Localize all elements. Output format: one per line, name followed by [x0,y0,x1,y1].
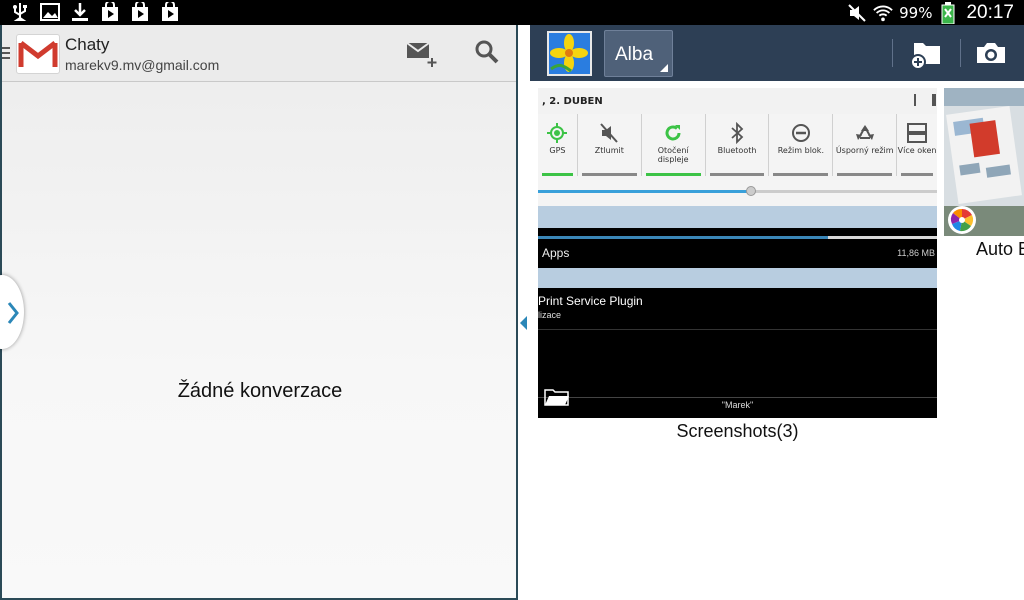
qs-label: Více oken [897,146,937,155]
add-folder-icon [910,43,940,70]
gallery-app-icon[interactable] [547,31,592,76]
qs-blocking-mode: Režim blok. [769,114,834,176]
toolbar-separator [892,39,893,67]
settings-icon [932,94,936,106]
gmail-pane: Chaty marekv9.mv@gmail.com Žádné konverz… [0,25,518,600]
bluetooth-icon [706,114,769,144]
side-panel-handle[interactable] [0,275,24,349]
gallery-action-bar: Alba [530,25,1024,81]
qs-gps: GPS [538,114,578,176]
album-thumbnail-auto-backup[interactable] [944,88,1024,236]
qs-bluetooth: Bluetooth [706,114,770,176]
gmail-logo-icon[interactable] [16,34,60,74]
thumbnail-separator [914,94,916,106]
camera-icon [977,43,1005,63]
slider-knob [746,186,756,196]
storage-progress [538,236,828,239]
thumbnail-notification-area: Print Service Plugin lizace "Marek" [538,288,937,418]
thumbnail-brightness-slider [538,180,937,206]
battery-charging-icon [938,2,958,24]
apps-size: 11,86 MB [897,248,935,258]
album-caption-auto-backup[interactable]: Auto B [976,239,1024,260]
toolbar-separator [960,39,961,67]
qs-multi-window: Více oken [897,114,937,176]
qs-power-saving: Úsporný režim [833,114,898,176]
wifi-icon [873,3,893,23]
recycle-icon [833,114,896,144]
battery-percent: 99% [899,4,933,22]
chevron-right-icon [7,302,19,324]
qs-indicator [645,173,701,176]
plugin-title: Print Service Plugin [538,294,643,308]
qs-label: Ztlumit [594,146,624,155]
camera-button[interactable] [973,37,1009,69]
qs-rotation: Otočení displeje [642,114,706,176]
divider-arrow-icon[interactable] [520,316,527,330]
apps-label: Apps [542,246,570,260]
split-view-divider[interactable] [518,25,530,600]
search-button[interactable] [472,37,504,69]
block-icon [769,114,832,144]
usb-icon [10,2,30,22]
thumbnail-divider [538,329,937,330]
clock: 20:17 [966,2,1014,23]
gmail-account-email[interactable]: marekv9.mv@gmail.com [65,57,219,73]
thumbnail-blue-band [538,268,937,288]
mute-icon [578,114,641,144]
status-bar: 99% 20:17 [0,0,1024,25]
search-icon [475,40,499,64]
gps-icon [538,114,577,144]
qs-label: Úsporný režim [835,146,894,155]
qs-label: Otočení displeje [657,146,689,164]
qs-indicator [709,173,765,176]
new-album-button[interactable] [908,37,944,70]
multi-window-icon [897,114,937,144]
qs-label: GPS [549,146,566,155]
play-store-icon [100,2,120,22]
mute-icon [847,3,867,23]
qs-indicator [837,173,893,176]
empty-conversations-message: Žádné konverzace [177,380,343,402]
compose-button[interactable] [404,39,440,69]
download-icon [70,2,90,22]
gmail-label-title[interactable]: Chaty [65,35,109,55]
dropdown-triangle-icon [660,64,668,72]
gallery-pane: Alba , 2. DUBEN GPS Ztlumit Otočení disp… [530,25,1024,600]
gallery-notification-icon [40,2,60,22]
qs-mute: Ztlumit [578,114,642,176]
thumbnail-date-bar: , 2. DUBEN [538,88,937,114]
gmail-action-bar: Chaty marekv9.mv@gmail.com [2,25,516,82]
compose-mail-icon [406,42,437,67]
qs-indicator [542,173,573,176]
album-view-dropdown[interactable]: Alba [604,30,673,77]
album-thumbnail-screenshots[interactable]: , 2. DUBEN GPS Ztlumit Otočení displeje … [538,88,937,418]
album-caption-screenshots[interactable]: Screenshots(3) [538,421,937,442]
qs-indicator [901,173,934,176]
plugin-subtitle: lizace [538,310,562,320]
thumbnail-date-text: , 2. DUBEN [542,96,603,107]
play-store-icon [130,2,150,22]
qs-indicator [773,173,829,176]
storage-progress-rest [828,236,937,239]
slider-fill [538,190,751,193]
thumbnail-quick-settings: GPS Ztlumit Otočení displeje Bluetooth R… [538,114,937,180]
drawer-menu-icon[interactable] [2,47,10,61]
play-store-icon [160,2,180,22]
rotation-icon [642,114,705,144]
album-dropdown-label: Alba [615,44,654,65]
qs-indicator [581,173,637,176]
thumbnail-divider [538,397,937,398]
thumbnail-blue-band [538,206,937,228]
qs-label: Bluetooth [717,146,757,155]
owner-label: "Marek" [721,400,754,410]
qs-label: Režim blok. [777,146,824,155]
picasa-badge-icon [948,206,976,234]
thumbnail-apps-row: Apps 11,86 MB [538,228,937,268]
